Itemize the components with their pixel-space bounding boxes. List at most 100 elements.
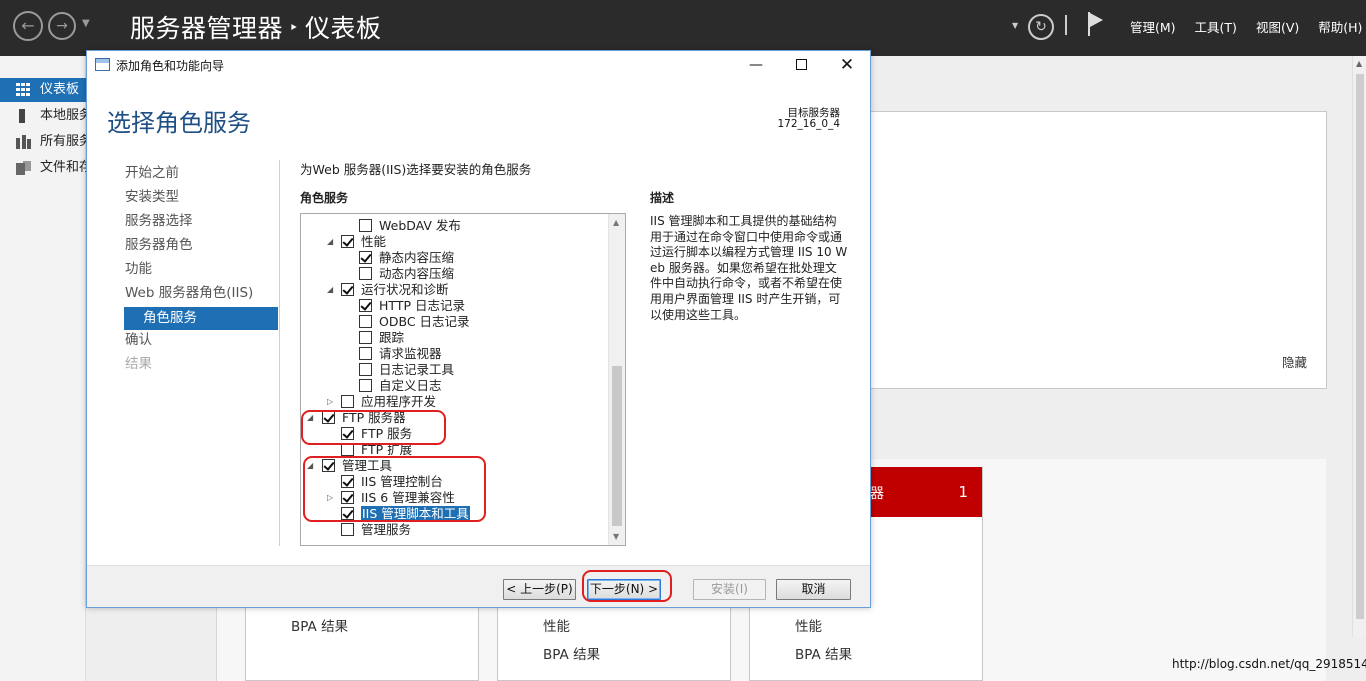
step-server-roles[interactable]: 服务器角色 — [124, 235, 278, 259]
sidebar-item-dashboard[interactable]: 仪表板 — [0, 78, 86, 102]
tree-item[interactable]: ▷ 应用程序开发 — [301, 394, 606, 410]
tree-item[interactable]: HTTP 日志记录 — [301, 298, 606, 314]
step-installation-type[interactable]: 安装类型 — [124, 187, 278, 211]
tile-alert-header[interactable]: 器 1 — [870, 467, 982, 517]
history-dropdown-icon[interactable]: ▼ — [82, 18, 90, 29]
instruction-text: 为Web 服务器(IIS)选择要安装的角色服务 — [300, 162, 532, 177]
annotation-highlight-mgmt-tools — [303, 456, 486, 522]
page-scrollbar[interactable]: ▲ — [1352, 56, 1366, 637]
minimize-icon[interactable]: — — [741, 54, 771, 76]
tile-link-performance[interactable]: 性能 — [795, 615, 822, 635]
maximize-icon[interactable] — [786, 54, 816, 76]
tree-item[interactable]: ◢ 性能 — [301, 234, 606, 250]
hide-welcome-link[interactable]: 隐藏 — [1282, 352, 1307, 371]
destination-server-name: 172_16_0_4 — [777, 118, 840, 130]
collapse-triangle-icon[interactable]: ◢ — [327, 282, 337, 298]
tree-item-label: 请求监视器 — [379, 346, 442, 361]
tree-checkbox[interactable] — [341, 395, 354, 408]
tree-checkbox[interactable] — [359, 363, 372, 376]
cancel-button[interactable]: 取消 — [776, 579, 851, 600]
step-features[interactable]: 功能 — [124, 259, 278, 283]
sidebar-item-local-server[interactable]: 本地服务器 — [0, 104, 86, 128]
tree-checkbox[interactable] — [341, 523, 354, 536]
annotation-highlight-ftp — [301, 410, 446, 445]
tree-checkbox[interactable] — [359, 315, 372, 328]
sidebar-item-label: 仪表板 — [40, 82, 80, 97]
menu-tools[interactable]: 工具(T) — [1195, 17, 1237, 36]
steps-divider — [279, 160, 280, 546]
watermark-url: http://blog.csdn.net/qq_29185141 — [1172, 657, 1366, 671]
notifications-flag-icon[interactable] — [1086, 12, 1106, 36]
tree-item[interactable]: 管理服务 — [301, 522, 606, 538]
tile-link-bpa[interactable]: BPA 结果 — [795, 643, 852, 663]
menu-bar: 管理(M) 工具(T) 视图(V) 帮助(H) — [1130, 17, 1362, 36]
refresh-icon[interactable]: ↻ — [1028, 14, 1054, 40]
back-arrow-icon[interactable]: ← — [13, 11, 43, 41]
tree-item-label: 运行状况和诊断 — [361, 282, 449, 297]
server-manager-titlebar: ← → ▼ 服务器管理器 ‣ 仪表板 ▼ ↻ 管理(M) 工具(T) 视图(V) 帮… — [0, 0, 1366, 56]
tree-item[interactable]: 请求监视器 — [301, 346, 606, 362]
expand-triangle-icon[interactable]: ▷ — [327, 394, 337, 410]
tree-item[interactable]: 日志记录工具 — [301, 362, 606, 378]
tree-checkbox[interactable] — [359, 299, 372, 312]
sidebar-item-label: 文件和存储服务 — [40, 160, 86, 175]
tree-checkbox[interactable] — [359, 219, 372, 232]
server-icon — [19, 109, 25, 123]
step-server-selection[interactable]: 服务器选择 — [124, 211, 278, 235]
tree-item-label: 跟踪 — [379, 330, 405, 345]
scroll-down-icon[interactable]: ▼ — [613, 532, 619, 541]
step-web-server-role[interactable]: Web 服务器角色(IIS) — [124, 283, 278, 307]
scroll-up-icon[interactable]: ▲ — [1356, 59, 1362, 68]
wizard-button-bar: < 上一步(P) 下一步(N) > 安装(I) 取消 — [87, 565, 870, 607]
description-text: IIS 管理脚本和工具提供的基础结构用于通过在命令窗口中使用命令或通过运行脚本以… — [650, 214, 848, 322]
tree-checkbox[interactable] — [341, 283, 354, 296]
tree-item[interactable]: WebDAV 发布 — [301, 218, 606, 234]
step-before-you-begin[interactable]: 开始之前 — [124, 163, 278, 187]
forward-arrow-icon[interactable]: → — [48, 12, 76, 40]
file-storage-icon — [16, 161, 31, 175]
tree-item-label: 动态内容压缩 — [379, 266, 455, 281]
menu-help[interactable]: 帮助(H) — [1318, 17, 1362, 36]
tree-checkbox[interactable] — [359, 331, 372, 344]
wizard-page-heading: 选择角色服务 — [107, 109, 251, 137]
tree-item[interactable]: 静态内容压缩 — [301, 250, 606, 266]
sidebar-item-all-servers[interactable]: 所有服务器 — [0, 130, 86, 154]
tile-link-performance[interactable]: 性能 — [543, 615, 570, 635]
refresh-dropdown-icon[interactable]: ▼ — [1012, 21, 1018, 30]
previous-button[interactable]: < 上一步(P) — [503, 579, 576, 600]
tree-item[interactable]: 自定义日志 — [301, 378, 606, 394]
scrollbar-thumb[interactable] — [1356, 74, 1364, 619]
collapse-triangle-icon[interactable]: ◢ — [327, 234, 337, 250]
breadcrumb: 服务器管理器 ‣ 仪表板 — [130, 9, 381, 45]
tile-title-fragment: 器 — [870, 486, 884, 502]
tree-checkbox[interactable] — [359, 347, 372, 360]
menu-manage[interactable]: 管理(M) — [1130, 17, 1176, 36]
dialog-title: 添加角色和功能向导 — [116, 59, 225, 73]
tree-item[interactable]: 跟踪 — [301, 330, 606, 346]
tile-link-bpa[interactable]: BPA 结果 — [543, 643, 600, 663]
wizard-app-icon — [95, 58, 110, 71]
dialog-titlebar[interactable]: 添加角色和功能向导 — ✕ — [87, 51, 870, 79]
tree-checkbox[interactable] — [341, 235, 354, 248]
tree-item-label: HTTP 日志记录 — [379, 298, 465, 313]
scrollbar-thumb[interactable] — [612, 366, 622, 526]
annotation-highlight-next — [582, 570, 672, 602]
menu-view[interactable]: 视图(V) — [1256, 17, 1299, 36]
tree-scrollbar[interactable]: ▲ ▼ — [608, 214, 625, 545]
tree-item[interactable]: 动态内容压缩 — [301, 266, 606, 282]
scroll-up-icon[interactable]: ▲ — [613, 218, 619, 227]
step-confirmation[interactable]: 确认 — [124, 330, 278, 354]
tree-item[interactable]: ◢ 运行状况和诊断 — [301, 282, 606, 298]
welcome-panel — [848, 111, 1327, 389]
server-manager-sidebar: 仪表板 本地服务器 所有服务器 文件和存储服务 — [0, 56, 86, 681]
close-icon[interactable]: ✕ — [832, 54, 862, 76]
sidebar-item-label: 本地服务器 — [40, 108, 86, 123]
step-role-services[interactable]: 角色服务 — [124, 307, 278, 330]
tile-link-bpa[interactable]: BPA 结果 — [291, 615, 348, 635]
wizard-steps-nav: 开始之前 安装类型 服务器选择 服务器角色 功能 Web 服务器角色(IIS) … — [124, 163, 278, 378]
tree-checkbox[interactable] — [359, 379, 372, 392]
tree-checkbox[interactable] — [359, 251, 372, 264]
tree-item[interactable]: ODBC 日志记录 — [301, 314, 606, 330]
tree-checkbox[interactable] — [359, 267, 372, 280]
sidebar-item-file-storage[interactable]: 文件和存储服务 — [0, 156, 86, 180]
